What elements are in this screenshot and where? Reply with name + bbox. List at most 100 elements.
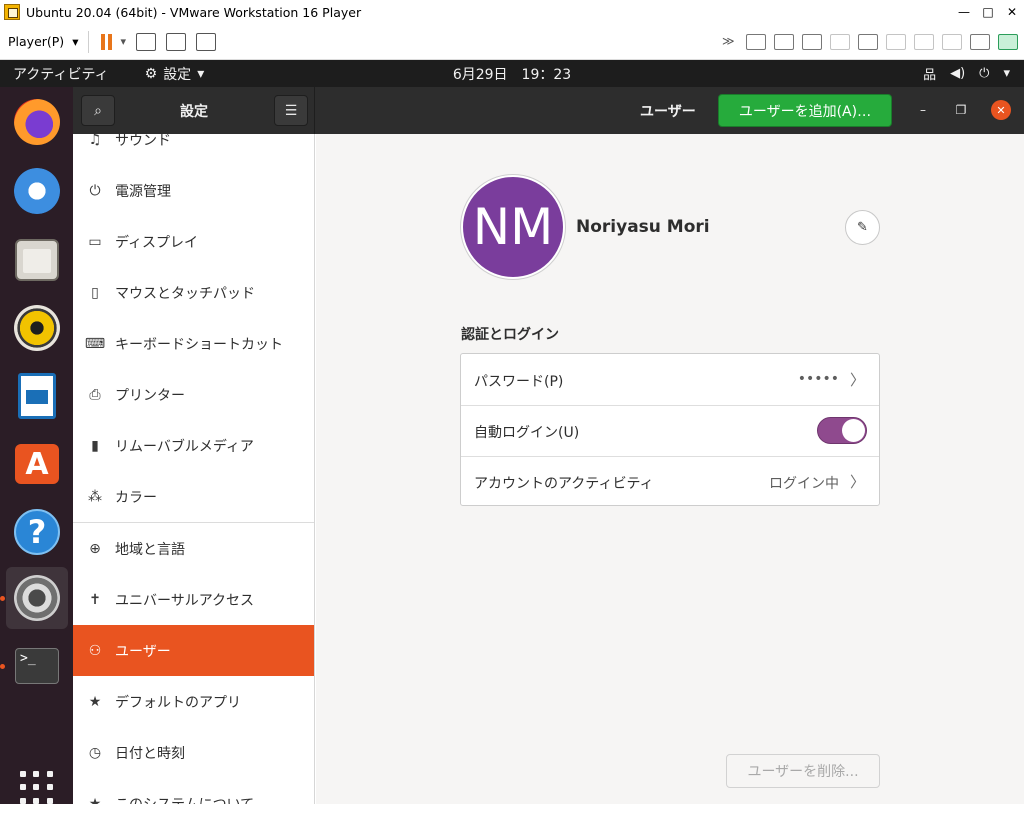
minimize-icon[interactable]: — (952, 0, 976, 24)
cd-dvd-icon[interactable] (774, 34, 794, 50)
sidebar-item-users[interactable]: ⚇ ユーザー (73, 625, 314, 676)
chevron-right-icon: 〉 (849, 371, 865, 389)
chevron-right-icon: 〉 (849, 473, 865, 491)
password-row[interactable]: パスワード(P) ••••• 〉 (461, 354, 879, 405)
display-icon: ▭ (88, 233, 102, 250)
page-title: ユーザー (640, 104, 696, 120)
dock-rhythmbox[interactable] (6, 297, 68, 359)
files-icon (15, 239, 59, 281)
sidebar-item-keyboard[interactable]: ⌨ キーボードショートカット (73, 318, 314, 369)
chevron-down-icon: ▾ (197, 65, 205, 82)
printer-device-icon[interactable] (830, 34, 850, 50)
account-activity-status: ログイン中 (769, 476, 839, 492)
sidebar-item-color[interactable]: ⁂ カラー (73, 471, 314, 522)
help-icon: ? (14, 509, 60, 555)
avatar[interactable]: NM (461, 175, 565, 279)
sidebar-item-default-apps[interactable]: ★ デフォルトのアプリ (73, 676, 314, 727)
system-tray[interactable]: 品 ◀) ⏻ ▾ (923, 64, 1010, 83)
message-log-icon[interactable] (998, 34, 1018, 50)
chevron-down-icon: ▾ (72, 34, 79, 49)
maximize-icon[interactable]: ❐ (949, 98, 973, 122)
window-title: Ubuntu 20.04 (64bit) - VMware Workstatio… (26, 4, 362, 20)
sidebar-item-display[interactable]: ▭ ディスプレイ (73, 216, 314, 267)
star-icon: ★ (88, 693, 102, 710)
sidebar-item-sound[interactable]: ♫ サウンド (73, 134, 314, 165)
more-devices-icon[interactable]: ≫ (722, 34, 738, 50)
dock-firefox[interactable] (6, 91, 68, 153)
pencil-icon: ✎ (857, 220, 868, 235)
dock-thunderbird[interactable] (6, 160, 68, 222)
vmware-logo-icon (4, 4, 20, 20)
disk-device-icon[interactable] (942, 34, 962, 50)
sidebar-item-printers[interactable]: ⎙ プリンター (73, 369, 314, 420)
printer-icon: ⎙ (89, 386, 101, 403)
edit-name-button[interactable]: ✎ (845, 210, 880, 245)
chevron-down-icon[interactable]: ▾ (120, 35, 126, 48)
accessibility-icon: ✝ (89, 591, 101, 608)
disk-device-icon[interactable] (970, 34, 990, 50)
sidebar-item-power[interactable]: ⏻ 電源管理 (73, 165, 314, 216)
activities-button[interactable]: アクティビティ (13, 64, 109, 84)
globe-icon: ⊕ (89, 540, 101, 557)
unity-icon[interactable] (196, 32, 217, 51)
dock-software[interactable]: A (6, 433, 68, 495)
dock-files[interactable] (6, 229, 68, 291)
running-indicator (0, 596, 5, 601)
chevron-down-icon: ▾ (1003, 66, 1010, 81)
camera-device-icon[interactable] (914, 34, 934, 50)
maximize-icon[interactable]: □ (976, 0, 1000, 24)
fullscreen-icon[interactable] (166, 32, 187, 51)
app-grid-icon (20, 771, 54, 805)
dock-settings[interactable] (6, 567, 68, 629)
usb-device-icon[interactable] (886, 34, 906, 50)
vmware-toolbar: Player(P) ▾ ▾ ≫ (0, 24, 1024, 60)
sidebar-item-removable-media[interactable]: ▮ リムーバブルメディア (73, 420, 314, 471)
gear-icon: ⚙ (144, 65, 158, 82)
network-icon: 品 (923, 68, 937, 83)
delete-user-button[interactable]: ユーザーを削除... (726, 754, 880, 788)
settings-sidebar: ♫ サウンド ⏻ 電源管理 ▭ ディスプレイ ▯ マウスとタッチパッド ⌨ キー… (73, 134, 315, 804)
send-ctrl-alt-del-icon[interactable] (136, 32, 157, 51)
sidebar-item-about[interactable]: ★ このシステムについて (73, 778, 314, 805)
pause-icon[interactable] (101, 33, 113, 50)
close-icon[interactable]: ✕ (991, 100, 1011, 120)
keyboard-icon: ⌨ (84, 335, 106, 352)
running-indicator (0, 664, 5, 669)
software-store-icon: A (15, 444, 59, 484)
add-user-button[interactable]: ユーザーを追加(A)… (718, 94, 892, 127)
power-icon: ⏻ (979, 66, 990, 81)
hard-disk-icon[interactable] (746, 34, 766, 50)
close-icon[interactable]: ✕ (1000, 0, 1024, 24)
mouse-icon: ▯ (91, 284, 99, 301)
search-button[interactable]: ⌕ (81, 95, 115, 126)
clock[interactable]: 6月29日 19：23 (453, 64, 571, 84)
minimize-icon[interactable]: – (911, 98, 935, 122)
menu-button[interactable]: ☰ (274, 95, 308, 126)
auth-section-title: 認証とログイン (461, 327, 559, 343)
sidebar-item-region-language[interactable]: ⊕ 地域と言語 (73, 523, 314, 574)
app-menu[interactable]: ⚙ 設定 ▾ (145, 64, 205, 84)
power-icon: ⏻ (89, 182, 101, 199)
star-icon: ★ (88, 795, 102, 805)
sidebar-item-universal-access[interactable]: ✝ ユニバーサルアクセス (73, 574, 314, 625)
dock-help[interactable]: ? (6, 501, 68, 563)
thunderbird-icon (14, 168, 60, 214)
network-adapter-icon[interactable] (802, 34, 822, 50)
sidebar-item-date-time[interactable]: ◷ 日付と時刻 (73, 727, 314, 778)
account-activity-row[interactable]: アカウントのアクティビティ ログイン中 〉 (461, 456, 879, 507)
sound-card-icon[interactable] (858, 34, 878, 50)
auto-login-toggle[interactable] (817, 417, 867, 444)
dock-writer[interactable] (6, 365, 68, 427)
dock-terminal[interactable]: >_ (6, 635, 68, 697)
users-icon: ⚇ (88, 642, 102, 659)
settings-icon (14, 575, 60, 621)
sidebar-item-mouse[interactable]: ▯ マウスとタッチパッド (73, 267, 314, 318)
dock-show-apps[interactable] (6, 757, 68, 819)
usb-drive-icon: ▮ (91, 437, 99, 454)
gnome-top-bar: アクティビティ ⚙ 設定 ▾ 6月29日 19：23 品 ◀) ⏻ ▾ (0, 60, 1024, 87)
player-menu[interactable]: Player(P) ▾ (8, 34, 78, 49)
search-icon: ⌕ (94, 102, 102, 119)
user-full-name: Noriyasu Mori (576, 217, 710, 237)
color-icon: ⁂ (88, 488, 102, 505)
users-panel: NM Noriyasu Mori ✎ 認証とログイン パスワード(P) ••••… (316, 134, 1024, 804)
